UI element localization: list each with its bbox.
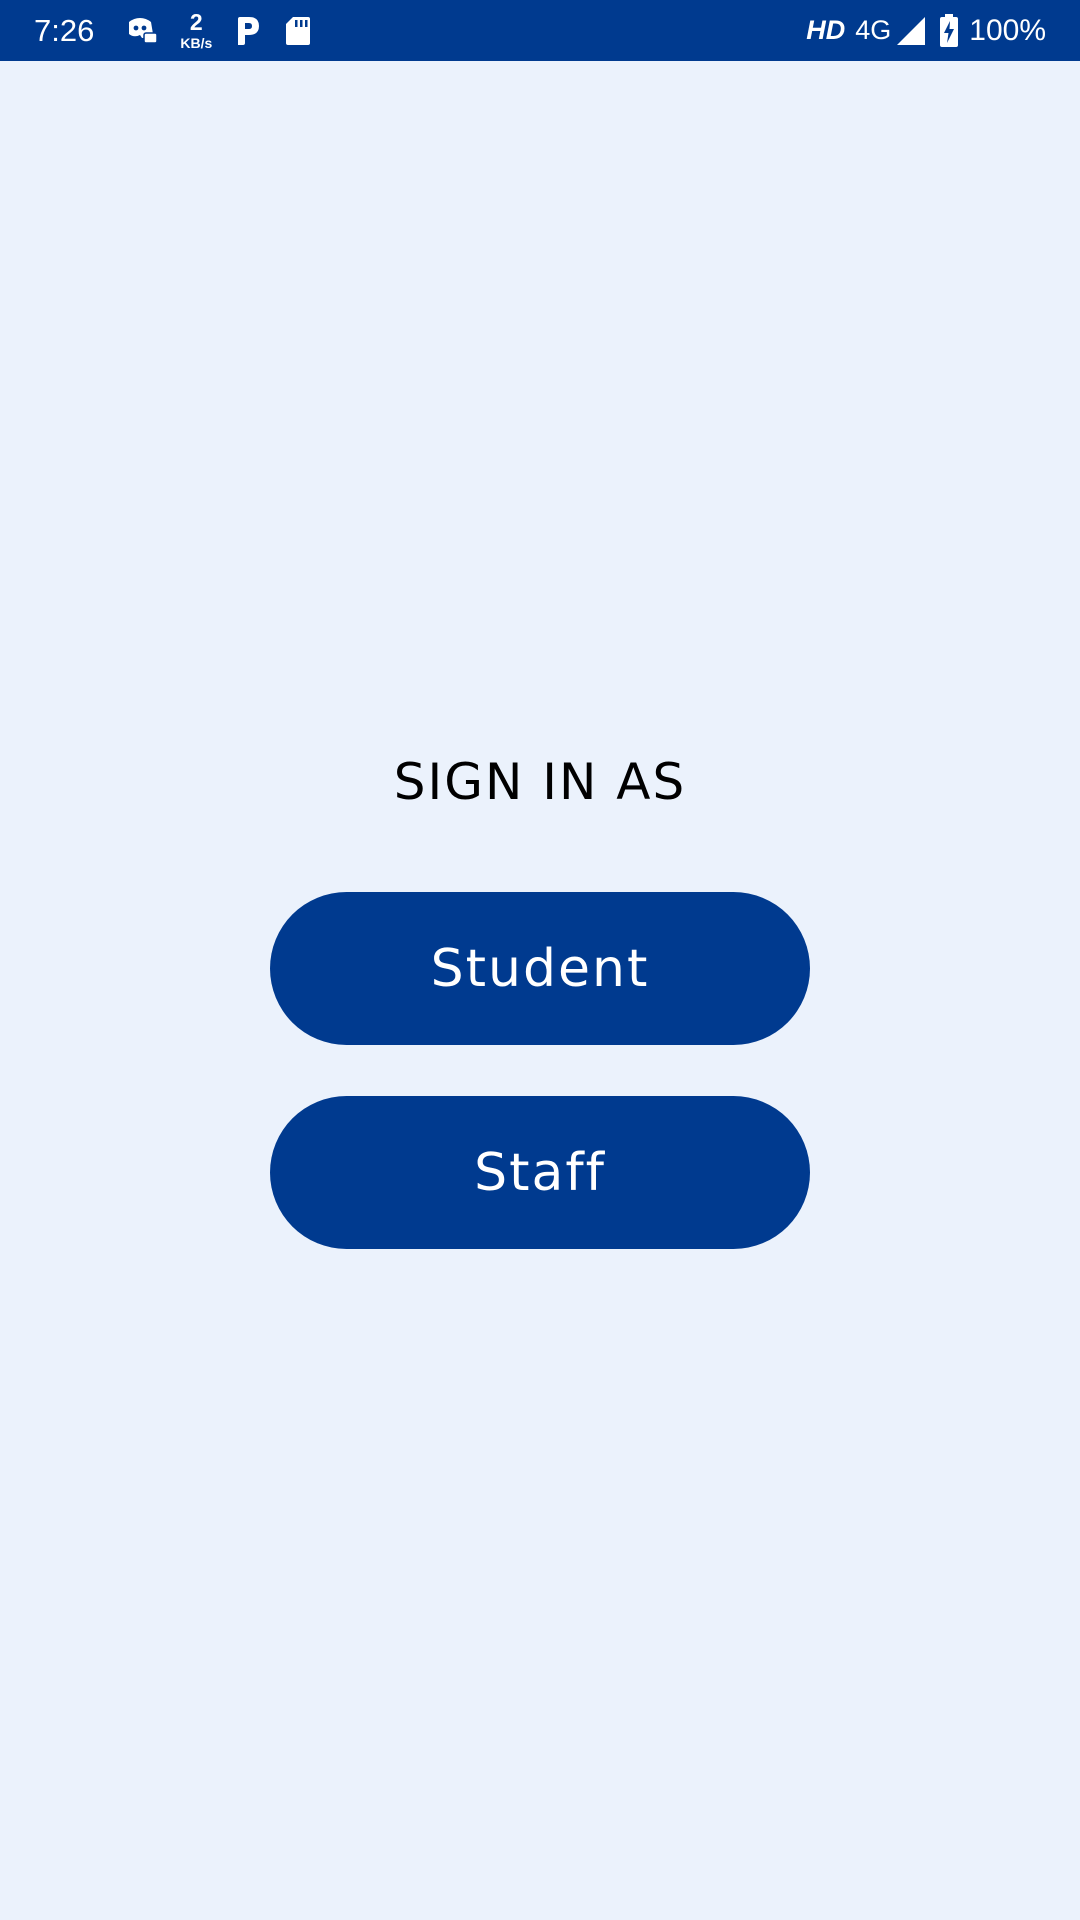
battery-percent: 100% — [969, 13, 1046, 47]
student-button[interactable]: Student — [270, 892, 810, 1045]
discord-icon — [124, 16, 159, 46]
network-speed: 2 KB/s — [180, 9, 213, 51]
status-bar-left: 7:26 2 KB/s — [34, 11, 334, 50]
paytm-icon — [234, 15, 262, 47]
network-type-label: 4G — [855, 15, 892, 45]
staff-button[interactable]: Staff — [270, 1096, 810, 1249]
main-content: SIGN IN AS Student Staff — [0, 61, 1080, 1920]
status-time: 7:26 — [34, 12, 95, 48]
student-button-label: Student — [430, 938, 650, 999]
staff-button-label: Staff — [474, 1142, 606, 1203]
hd-voice-label: HD — [806, 15, 846, 45]
app-screen: 7:26 2 KB/s HD 4G 100% SIGN IN AS Studen… — [0, 0, 1080, 1920]
signal-icon — [895, 15, 927, 47]
sign-in-title: SIGN IN AS — [393, 753, 687, 811]
sd-card-icon — [284, 15, 312, 47]
network-speed-value: 2 — [189, 9, 203, 35]
network-speed-unit: KB/s — [180, 35, 213, 51]
status-bar: 7:26 2 KB/s HD 4G 100% — [0, 0, 1080, 61]
battery-charging-icon — [939, 13, 959, 48]
status-bar-right: HD 4G 100% — [806, 13, 1046, 48]
